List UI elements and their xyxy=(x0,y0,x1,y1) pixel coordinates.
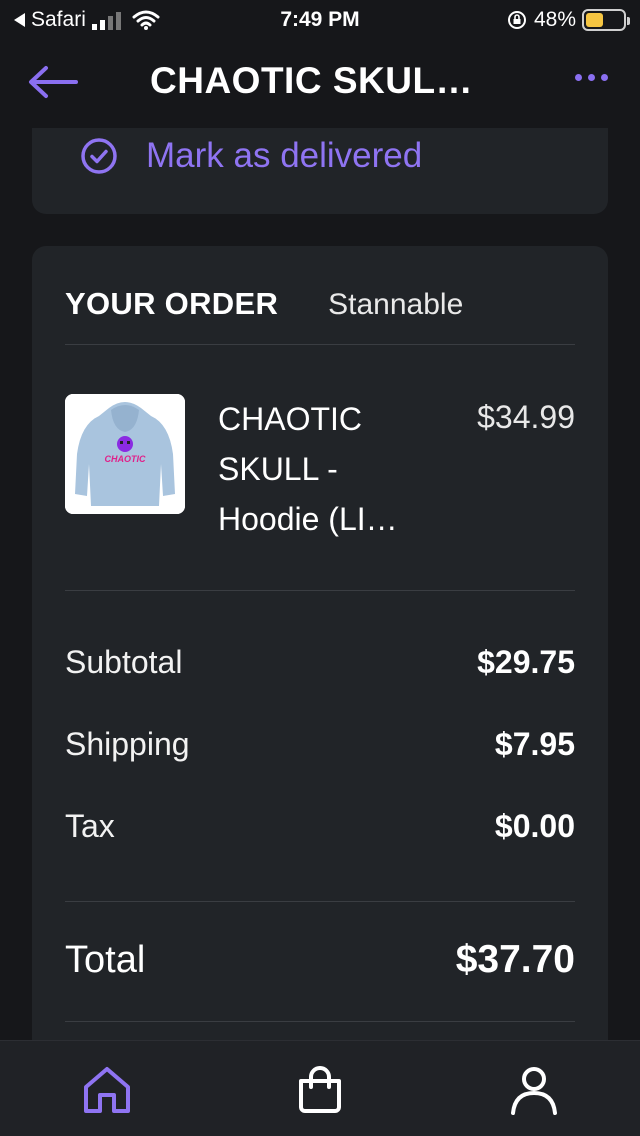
order-header: YOUR ORDER Stannable xyxy=(65,286,463,322)
back-button[interactable] xyxy=(26,62,80,102)
mark-as-delivered-label: Mark as delivered xyxy=(146,136,423,175)
total-label: Total xyxy=(65,938,146,981)
subtotal-value: $29.75 xyxy=(477,644,575,680)
tax-row: Tax $0.00 xyxy=(65,808,575,845)
delivery-card: Mark as delivered xyxy=(32,128,608,214)
hoodie-image: CHAOTIC xyxy=(65,394,185,514)
status-bar: Safari 7:49 PM 48% xyxy=(0,0,640,40)
page-title: CHAOTIC SKUL… xyxy=(150,60,474,101)
battery-icon xyxy=(582,9,630,31)
profile-icon xyxy=(511,1067,557,1115)
shipping-row: Shipping $7.95 xyxy=(65,726,575,763)
nav-bar: CHAOTIC SKUL… xyxy=(0,40,640,128)
more-options-button[interactable] xyxy=(573,68,610,87)
divider xyxy=(65,901,575,902)
tab-shop[interactable] xyxy=(293,1063,347,1117)
orientation-lock-icon xyxy=(507,11,526,29)
order-heading: YOUR ORDER xyxy=(65,286,279,321)
divider xyxy=(65,1021,575,1022)
check-circle-icon xyxy=(81,138,117,174)
tax-value: $0.00 xyxy=(494,808,575,844)
product-price: $34.99 xyxy=(477,399,575,435)
order-card: YOUR ORDER Stannable CHAOTIC CHAOTIC SKU… xyxy=(32,246,608,1076)
divider xyxy=(65,590,575,591)
shopping-bag-icon xyxy=(299,1066,341,1113)
tab-profile[interactable] xyxy=(507,1063,561,1117)
subtotal-row: Subtotal $29.75 xyxy=(65,644,575,681)
battery-percent: 48% xyxy=(533,8,576,31)
arrow-left-icon xyxy=(29,66,78,98)
total-value: $37.70 xyxy=(455,938,575,981)
product-name[interactable]: CHAOTIC SKULL - Hoodie (LI… xyxy=(218,394,448,544)
home-icon xyxy=(84,1067,130,1113)
product-thumbnail[interactable]: CHAOTIC xyxy=(65,394,185,514)
subtotal-label: Subtotal xyxy=(65,644,183,680)
shipping-value: $7.95 xyxy=(494,726,575,762)
battery-level xyxy=(586,13,604,27)
divider xyxy=(65,344,575,345)
mark-as-delivered-button[interactable]: Mark as delivered xyxy=(80,136,422,176)
tab-home[interactable] xyxy=(80,1063,134,1117)
total-row: Total $37.70 xyxy=(65,938,575,982)
status-right: 48% xyxy=(506,8,630,32)
tab-bar xyxy=(0,1040,640,1136)
hoodie-print-text: CHAOTIC xyxy=(105,454,146,464)
shipping-label: Shipping xyxy=(65,726,190,762)
tax-label: Tax xyxy=(65,808,115,844)
more-dots-icon xyxy=(575,74,582,81)
store-name[interactable]: Stannable xyxy=(328,288,463,322)
